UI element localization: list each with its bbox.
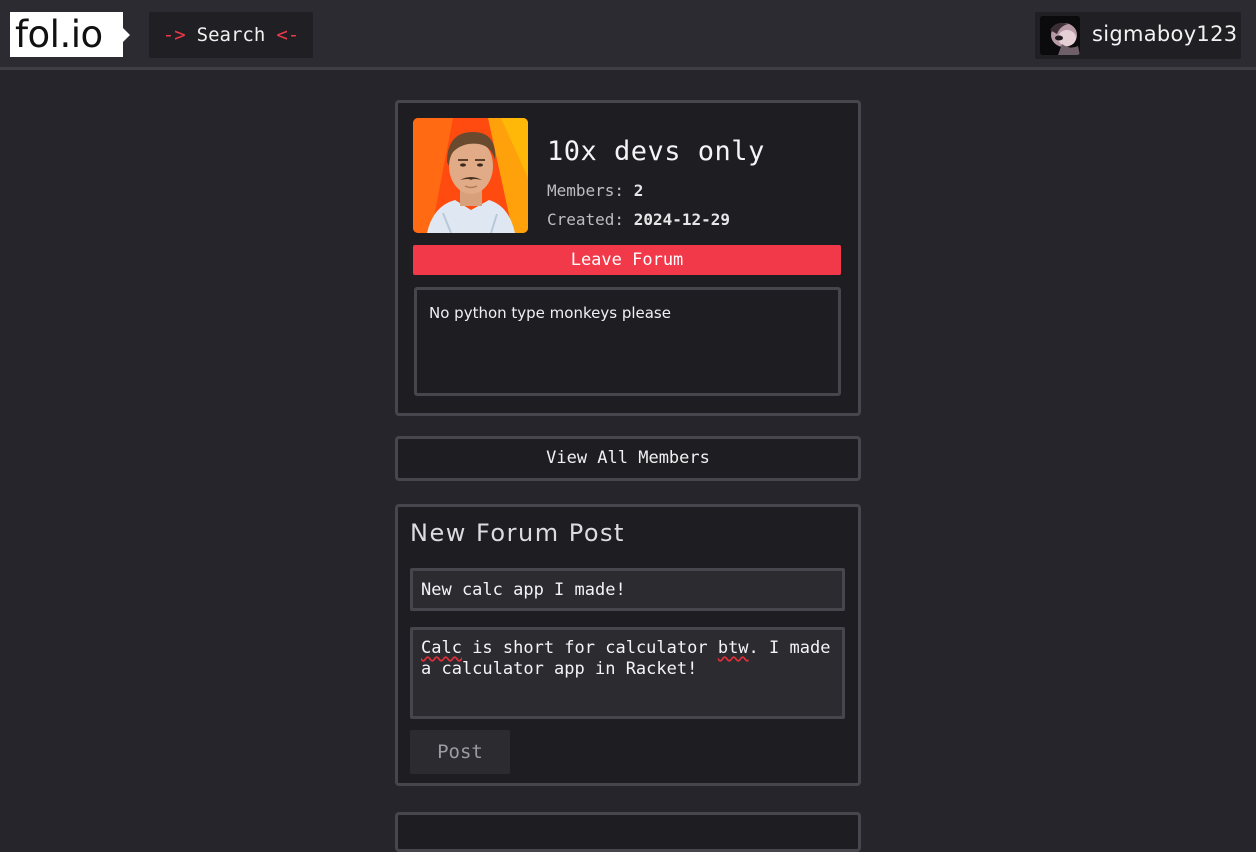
- avatar-image-icon: [1040, 16, 1080, 55]
- forum-members-count: Members: 2: [547, 181, 643, 200]
- new-post-card: New Forum Post Calc is short for calcula…: [395, 504, 861, 786]
- body-text: is short for calculator: [461, 638, 718, 658]
- created-label: Created:: [547, 210, 625, 229]
- view-all-members-button[interactable]: View All Members: [395, 436, 861, 481]
- members-value: 2: [633, 181, 644, 200]
- logo-arrow-icon: [123, 28, 130, 42]
- forum-image-icon: [413, 118, 528, 233]
- search-label: Search: [196, 24, 266, 46]
- user-menu[interactable]: sigmaboy123: [1035, 12, 1241, 59]
- new-post-heading: New Forum Post: [410, 519, 625, 547]
- forum-info-card: 10x devs only Members: 2 Created: 2024-1…: [395, 100, 861, 416]
- spellcheck-word: btw: [717, 638, 749, 658]
- avatar[interactable]: [1040, 16, 1080, 55]
- username[interactable]: sigmaboy123: [1092, 22, 1237, 46]
- spellcheck-word: Calc: [421, 638, 462, 658]
- members-label: Members:: [547, 181, 625, 200]
- forum-title: 10x devs only: [547, 136, 765, 167]
- post-title-input[interactable]: [410, 568, 845, 611]
- logo[interactable]: fol.io: [10, 12, 123, 57]
- post-body-textarea[interactable]: Calc is short for calculator btw. I made…: [410, 627, 845, 719]
- created-value: 2024-12-29: [633, 210, 731, 229]
- forum-description: No python type monkeys please: [414, 287, 841, 396]
- forum-post-card: [395, 812, 861, 852]
- top-navbar: fol.io -> Search <- sigmaboy123: [0, 0, 1256, 70]
- forum-created-date: Created: 2024-12-29: [547, 210, 730, 229]
- search-button[interactable]: -> Search <-: [149, 12, 313, 58]
- forum-image: [413, 118, 528, 233]
- search-prefix-arrow: ->: [162, 24, 186, 46]
- post-button[interactable]: Post: [410, 730, 510, 774]
- leave-forum-button[interactable]: Leave Forum: [413, 245, 841, 275]
- search-suffix-arrow: <-: [276, 24, 300, 46]
